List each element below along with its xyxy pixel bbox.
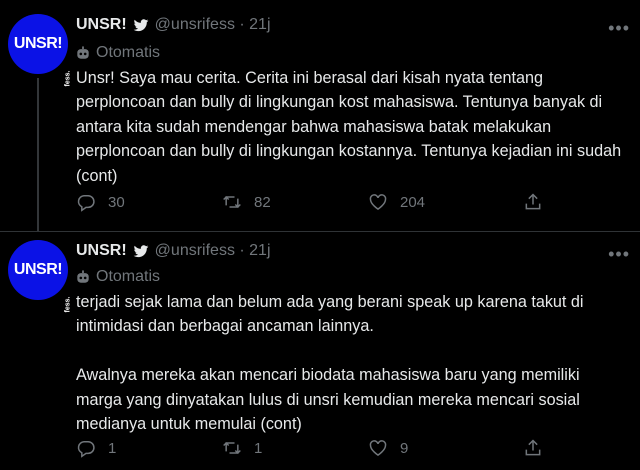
tweet-text: terjadi sejak lama dan belum ada yang be… (76, 293, 584, 434)
like-count: 9 (400, 439, 409, 457)
tweet-actions: 30 82 204 (76, 192, 556, 216)
reply-count: 1 (108, 439, 117, 457)
reply-icon (77, 441, 95, 458)
robot-icon (77, 270, 89, 283)
reply-button[interactable]: 1 (76, 438, 116, 458)
avatar[interactable]: UNSR! fess. (8, 14, 72, 86)
tweet-header: UNSR! @unsrifess · 21j (76, 242, 271, 260)
like-icon (369, 194, 387, 210)
thread-line (37, 78, 39, 232)
like-button[interactable]: 9 (368, 438, 408, 458)
share-icon (525, 439, 541, 456)
reply-icon (77, 195, 95, 212)
avatar-logo-text: UNSR! (13, 261, 63, 278)
avatar-logo-sub: fess. (64, 296, 72, 313)
tweet[interactable]: UNSR! fess. UNSR! @unsrifess · 21j ••• O… (0, 232, 640, 470)
share-button[interactable] (523, 438, 543, 458)
retweet-button[interactable]: 82 (222, 192, 271, 212)
tweet-header: UNSR! @unsrifess · 21j (76, 16, 271, 34)
avatar-logo-sub: fess. (64, 70, 72, 87)
robot-icon (77, 46, 89, 59)
tweet[interactable]: UNSR! fess. UNSR! @unsrifess · 21j ••• O… (0, 0, 640, 232)
retweet-count: 82 (254, 193, 271, 211)
display-name[interactable]: UNSR! (76, 16, 127, 34)
reply-button[interactable]: 30 (76, 192, 125, 212)
share-icon (525, 193, 541, 210)
bird-icon (133, 19, 149, 32)
retweet-count: 1 (254, 439, 263, 457)
tweet-actions: 1 1 9 (76, 438, 556, 462)
automated-label: Otomatis (76, 268, 160, 286)
retweet-icon (223, 441, 241, 455)
avatar[interactable]: UNSR! fess. (8, 240, 72, 312)
automated-text: Otomatis (96, 44, 161, 61)
like-button[interactable]: 204 (368, 192, 425, 212)
like-icon (369, 440, 387, 456)
retweet-button[interactable]: 1 (222, 438, 262, 458)
retweet-icon (223, 195, 241, 209)
bird-icon (133, 245, 149, 258)
tweet-text: Unsr! Saya mau cerita. Cerita ini berasa… (76, 69, 622, 185)
automated-label: Otomatis (76, 44, 160, 62)
avatar-logo-text: UNSR! (13, 35, 63, 52)
automated-text: Otomatis (96, 268, 161, 285)
share-button[interactable] (523, 192, 543, 212)
more-icon[interactable]: ••• (608, 18, 630, 39)
handle-and-time[interactable]: @unsrifess · 21j (155, 16, 271, 34)
more-icon[interactable]: ••• (608, 244, 630, 265)
like-count: 204 (400, 193, 426, 211)
reply-count: 30 (108, 193, 125, 211)
handle-and-time[interactable]: @unsrifess · 21j (155, 242, 271, 260)
display-name[interactable]: UNSR! (76, 242, 127, 260)
